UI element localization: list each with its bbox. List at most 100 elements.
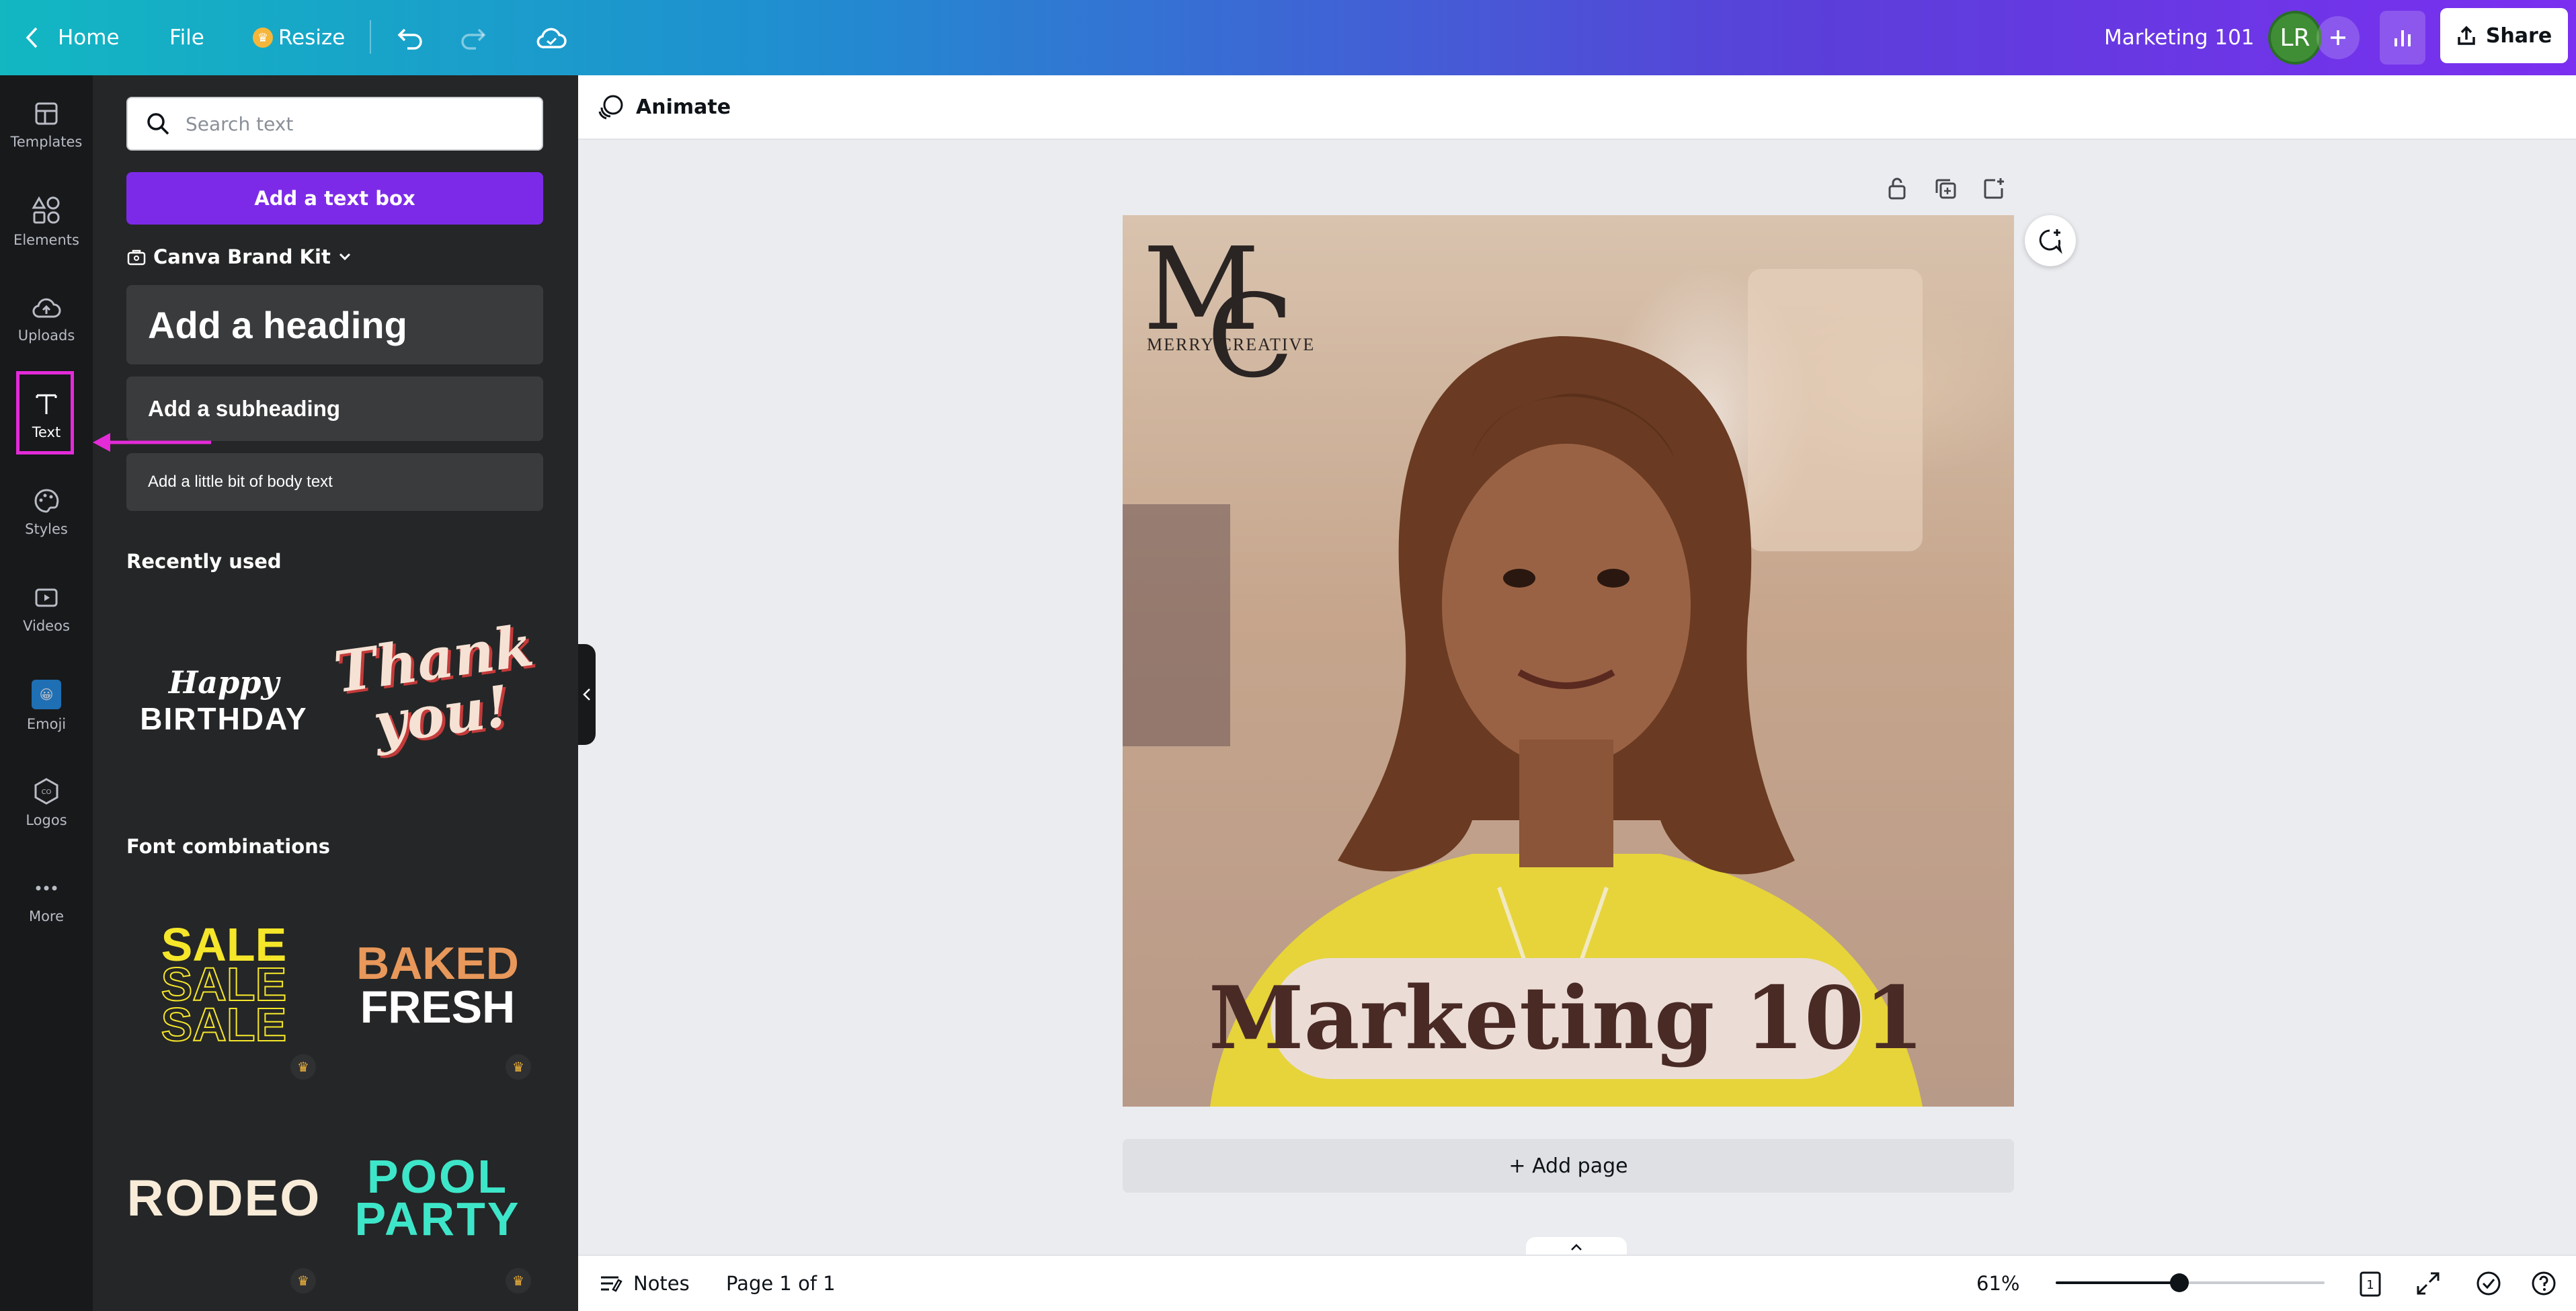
rail-item-elements[interactable]: Elements — [0, 182, 93, 262]
baked-text: BAKED — [356, 938, 519, 990]
logo-icon: CO — [34, 778, 58, 805]
redo-button[interactable] — [458, 0, 488, 75]
notes-button[interactable]: Notes — [598, 1256, 690, 1311]
elements-icon — [32, 196, 60, 224]
fresh-text: FRESH — [360, 982, 516, 1033]
happy-text: Happy — [168, 664, 280, 701]
share-label: Share — [2485, 24, 2552, 48]
animate-icon — [598, 95, 623, 120]
combo-pool-party[interactable]: POOL PARTY — [340, 1124, 535, 1272]
font-combinations-title: Font combinations — [126, 835, 331, 858]
fullscreen-button[interactable] — [2415, 1256, 2442, 1311]
animate-button[interactable]: Animate — [597, 75, 731, 138]
bar-chart-icon — [2394, 30, 2411, 46]
text-panel: Add a text box Canva Brand Kit Add a hea… — [93, 75, 578, 1311]
add-body-text-button[interactable]: Add a little bit of body text — [126, 453, 543, 511]
duplicate-page-button[interactable] — [1932, 175, 1959, 202]
page-indicator: Page 1 of 1 — [726, 1256, 836, 1311]
svg-text:CO: CO — [42, 789, 52, 796]
templates-icon — [35, 102, 58, 125]
recent-happy-birthday[interactable]: Happy BIRTHDAY — [126, 633, 321, 768]
rail-item-uploads[interactable]: Uploads — [0, 278, 93, 359]
file-label: File — [169, 26, 204, 50]
help-icon — [2532, 1271, 2556, 1296]
cloud-save-button[interactable] — [535, 0, 567, 75]
subheading-label: Add a subheading — [148, 396, 341, 421]
rail-item-videos[interactable]: Videos — [0, 569, 93, 649]
video-icon — [35, 588, 58, 607]
home-button[interactable]: Home — [24, 0, 120, 75]
rail-item-emoji[interactable]: 😀 Emoji — [0, 666, 93, 746]
logo-text: MERRY CREATIVE — [1147, 335, 1316, 354]
chevron-left-icon — [26, 27, 38, 48]
check-circle-icon — [2477, 1271, 2501, 1296]
animate-label: Animate — [636, 95, 731, 119]
pro-crown-icon: ♛ — [506, 1054, 531, 1080]
resize-button[interactable]: ♛ Resize — [253, 0, 345, 75]
avatar[interactable]: LR — [2268, 11, 2322, 65]
text-tab-highlight — [16, 371, 74, 454]
add-text-box-button[interactable]: Add a text box — [126, 172, 543, 225]
rail-label-emoji: Emoji — [26, 716, 67, 732]
rail-item-more[interactable]: More — [0, 859, 93, 940]
rail-item-templates[interactable]: Templates — [0, 85, 93, 165]
share-button[interactable]: Share — [2440, 8, 2568, 63]
plus-icon — [2331, 30, 2345, 45]
annotation-arrow — [93, 433, 211, 452]
rail-item-logos[interactable]: CO Logos — [0, 762, 93, 843]
headline-pill[interactable]: Marketing 101 — [1209, 958, 1924, 1079]
zoom-percentage[interactable]: 61% — [1976, 1256, 2019, 1311]
page-grid-button[interactable]: 1 — [2357, 1256, 2384, 1311]
search-box[interactable] — [126, 97, 543, 151]
file-menu[interactable]: File — [169, 0, 204, 75]
context-toolbar: Animate — [578, 75, 2576, 140]
you-text: you! — [369, 672, 514, 758]
brand-kit-selector[interactable]: Canva Brand Kit — [126, 243, 352, 270]
undo-button[interactable] — [395, 0, 425, 75]
help-button[interactable] — [2530, 1256, 2557, 1311]
duplicate-icon — [1935, 179, 1956, 199]
combo-sale[interactable]: SALE SALE SALE — [126, 908, 321, 1062]
design-title[interactable]: Marketing 101 — [2104, 0, 2255, 75]
collapse-panel-button[interactable] — [578, 644, 596, 745]
add-heading-button[interactable]: Add a heading — [126, 285, 543, 364]
chevron-left-icon — [583, 688, 590, 701]
left-rail: Templates Elements Uploads Text Styles V… — [0, 75, 93, 1311]
search-input[interactable] — [184, 112, 523, 136]
notes-label: Notes — [633, 1272, 690, 1295]
chevron-down-icon — [339, 253, 350, 261]
comment-plus-icon — [2039, 229, 2062, 254]
search-icon — [147, 113, 169, 135]
rail-label-elements: Elements — [13, 232, 79, 248]
page-label: Page 1 of 1 — [726, 1272, 836, 1295]
combo-rodeo[interactable]: RODEO — [126, 1124, 321, 1272]
recent-thank-you[interactable]: Thank you! — [330, 607, 543, 767]
rail-label-logos: Logos — [26, 812, 67, 828]
more-dots-icon — [36, 885, 57, 891]
add-collaborator-button[interactable] — [2317, 16, 2360, 59]
insights-button[interactable] — [2380, 11, 2425, 65]
sale-text-3: SALE — [161, 998, 288, 1051]
pro-crown-icon: ♛ — [290, 1268, 316, 1294]
home-label: Home — [58, 26, 120, 50]
rail-item-styles[interactable]: Styles — [0, 472, 93, 553]
body-text-label: Add a little bit of body text — [148, 473, 333, 491]
add-page-after-button[interactable] — [1980, 175, 2007, 202]
add-page-label: + Add page — [1508, 1154, 1628, 1178]
undo-icon — [397, 28, 422, 50]
design-page[interactable]: M C MERRY CREATIVE Marketing 101 — [1123, 215, 2014, 1107]
combo-baked-fresh[interactable]: BAKED FRESH — [340, 912, 535, 1060]
add-page-icon — [1984, 178, 2004, 199]
lock-page-button[interactable] — [1884, 175, 1910, 202]
add-text-box-label: Add a text box — [254, 187, 415, 210]
add-comment-button[interactable] — [2025, 215, 2076, 266]
zoom-slider[interactable] — [2056, 1273, 2325, 1292]
pro-crown-icon: ♛ — [290, 1054, 316, 1080]
add-page-button[interactable]: + Add page — [1123, 1139, 2014, 1193]
rail-label-styles: Styles — [25, 521, 68, 537]
resize-label: Resize — [278, 26, 346, 50]
headline-text: Marketing 101 — [1208, 968, 1925, 1069]
zoom-slider-thumb[interactable] — [2170, 1273, 2189, 1292]
check-button[interactable] — [2475, 1256, 2502, 1311]
toolbar-divider — [370, 20, 371, 54]
